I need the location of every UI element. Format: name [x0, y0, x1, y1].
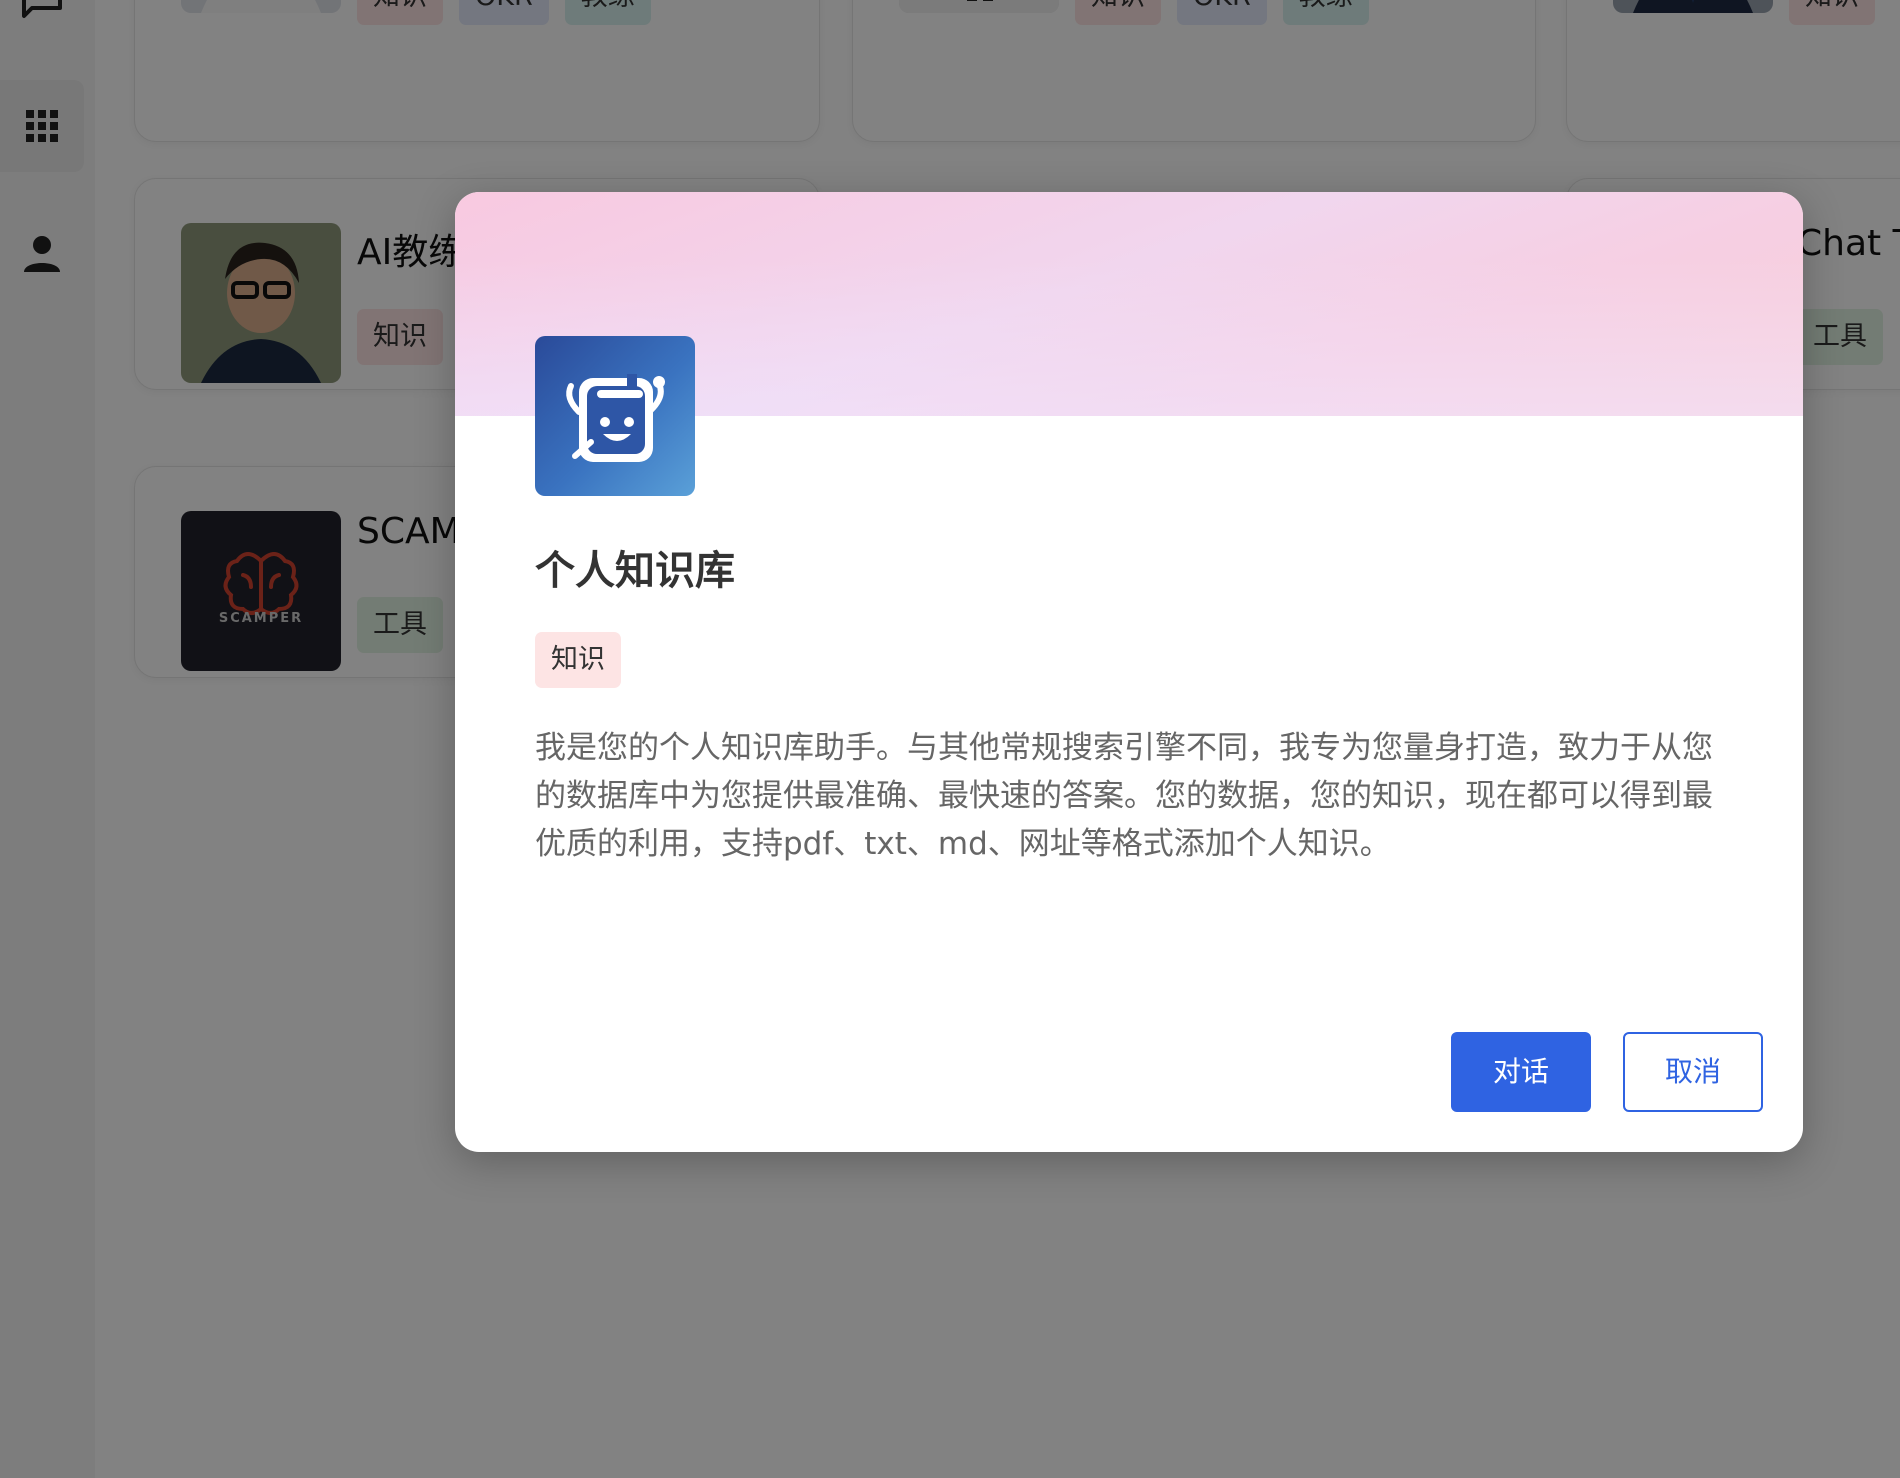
modal-description: 我是您的个人知识库助手。与其他常规搜索引擎不同，我专为您量身打造，致力于从您的数…: [535, 730, 1713, 862]
tag-knowledge: 知识: [535, 632, 621, 688]
app-avatar: [535, 336, 695, 496]
chat-button[interactable]: 对话: [1451, 1032, 1591, 1112]
app-detail-modal: 个人知识库 知识 我是您的个人知识库助手。与其他常规搜索引擎不同，我专为您量身打…: [455, 192, 1803, 1152]
cancel-button[interactable]: 取消: [1623, 1032, 1763, 1112]
modal-title: 个人知识库: [535, 548, 735, 594]
robot-book-icon: [566, 374, 665, 462]
